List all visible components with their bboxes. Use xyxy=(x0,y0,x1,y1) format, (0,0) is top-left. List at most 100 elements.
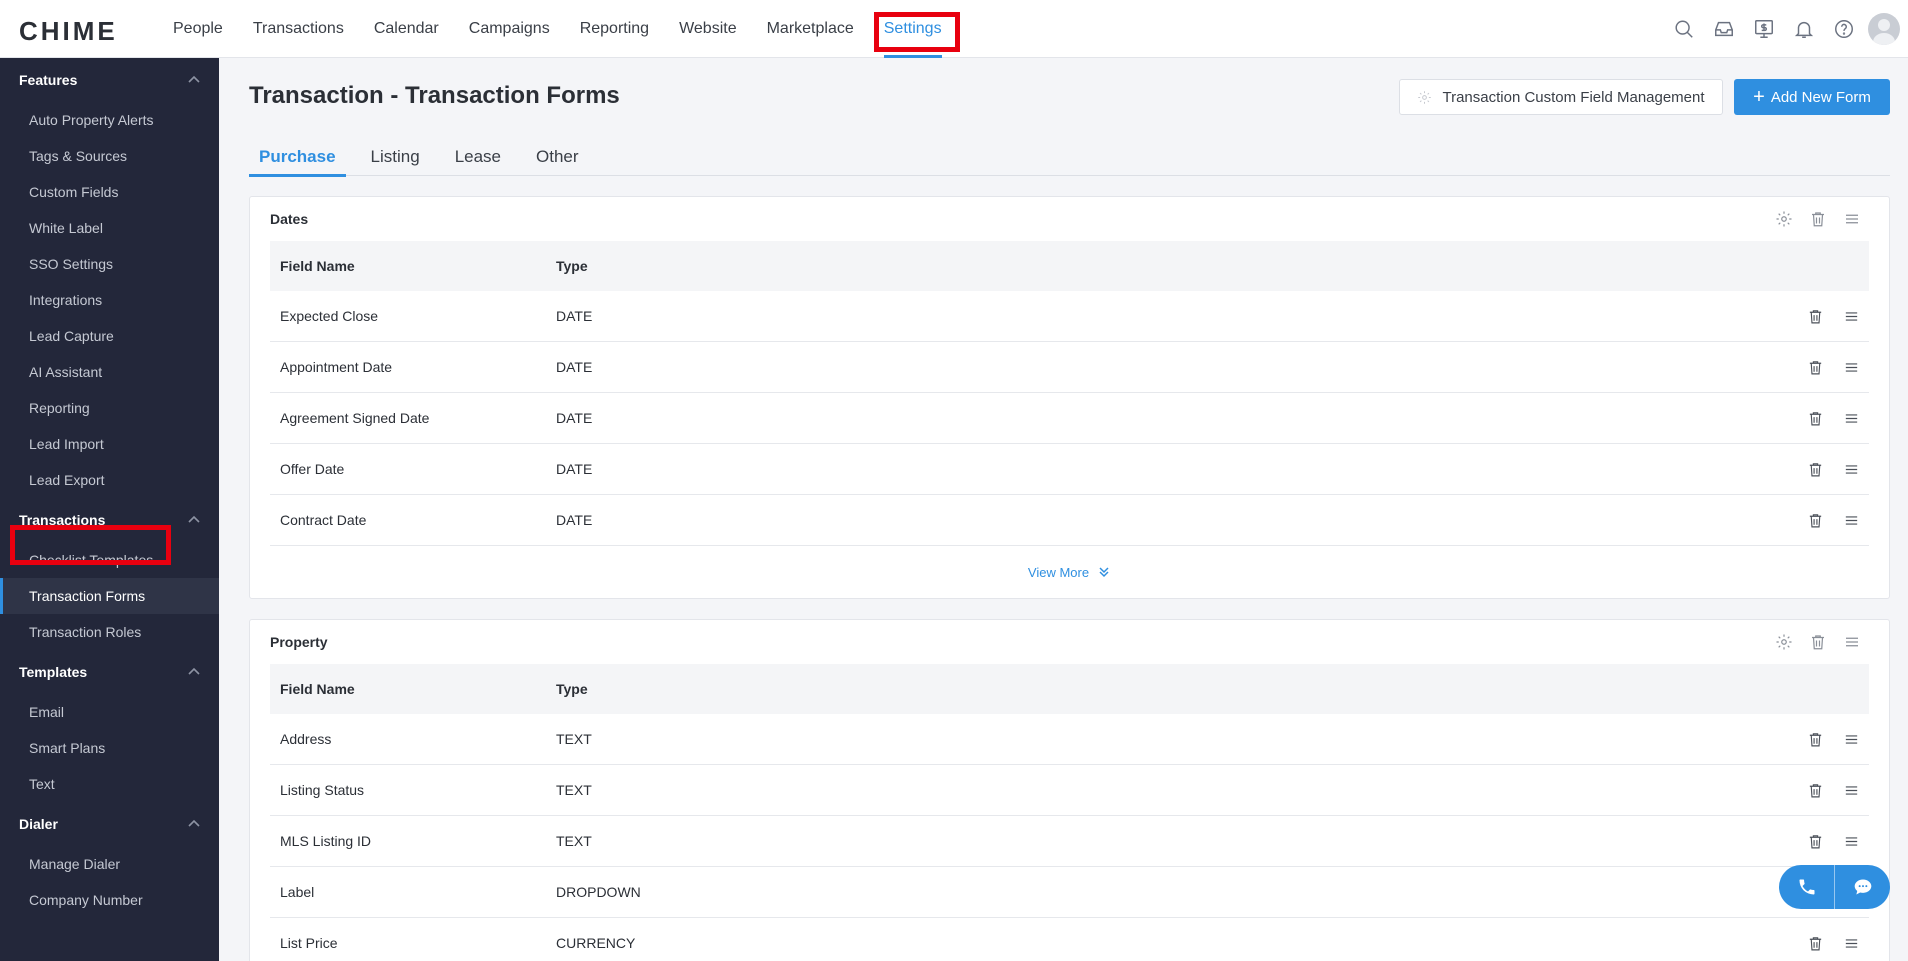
fields-table: Field Name Type Expected Close DATE Appo… xyxy=(270,241,1869,546)
table-row: Contract Date DATE xyxy=(270,495,1869,546)
sidebar-item-company-number[interactable]: Company Number xyxy=(0,882,219,918)
field-name: Expected Close xyxy=(280,308,379,324)
sidebar-item-integrations[interactable]: Integrations xyxy=(0,282,219,318)
drag-handle-icon[interactable] xyxy=(1833,461,1869,478)
form-type-tabs: Purchase Listing Lease Other xyxy=(249,132,1890,177)
drag-handle-icon[interactable] xyxy=(1833,359,1869,376)
trash-icon[interactable] xyxy=(1797,461,1833,478)
table-row: Offer Date DATE xyxy=(270,444,1869,495)
view-more-label: View More xyxy=(1027,564,1090,580)
drag-handle-icon[interactable] xyxy=(1835,210,1869,228)
trash-icon[interactable] xyxy=(1797,359,1833,376)
sidebar-item-checklist-templates[interactable]: Checklist Templates xyxy=(0,542,219,578)
bell-icon[interactable] xyxy=(1784,0,1824,58)
search-icon[interactable] xyxy=(1664,0,1704,58)
sidebar-section-templates[interactable]: Templates xyxy=(0,650,219,694)
main-content: Transaction - Transaction Forms Transact… xyxy=(219,58,1908,961)
field-name: Listing Status xyxy=(280,782,365,798)
user-avatar[interactable] xyxy=(1868,13,1900,45)
drag-handle-icon[interactable] xyxy=(1833,833,1869,850)
help-icon[interactable] xyxy=(1824,0,1864,58)
sidebar-item-transaction-forms[interactable]: Transaction Forms xyxy=(0,578,219,614)
header-field-name: Field Name xyxy=(280,681,355,697)
nav-settings[interactable]: Settings xyxy=(883,0,942,58)
gear-icon[interactable] xyxy=(1767,210,1801,228)
section-title: Dialer xyxy=(19,816,58,832)
fields-table: Field Name Type Address TEXT Listing Sta… xyxy=(270,664,1869,961)
sidebar-section-transactions[interactable]: Transactions xyxy=(0,498,219,542)
header-type: Type xyxy=(556,258,588,274)
trash-icon[interactable] xyxy=(1797,782,1833,799)
sidebar-item-lead-capture[interactable]: Lead Capture xyxy=(0,318,219,354)
add-new-form-button[interactable]: + Add New Form xyxy=(1734,79,1890,115)
tab-listing[interactable]: Listing xyxy=(361,132,430,176)
sidebar-section-dialer[interactable]: Dialer xyxy=(0,802,219,846)
drag-handle-icon[interactable] xyxy=(1833,935,1869,952)
sidebar-item-custom-fields[interactable]: Custom Fields xyxy=(0,174,219,210)
sidebar-item-transaction-roles[interactable]: Transaction Roles xyxy=(0,614,219,650)
trash-icon[interactable] xyxy=(1797,935,1833,952)
page-title: Transaction - Transaction Forms xyxy=(249,82,620,109)
inbox-icon[interactable] xyxy=(1704,0,1744,58)
field-name: List Price xyxy=(280,935,338,951)
tab-other[interactable]: Other xyxy=(526,132,589,176)
sidebar-item-sso-settings[interactable]: SSO Settings xyxy=(0,246,219,282)
table-row: Address TEXT xyxy=(270,714,1869,765)
sidebar-item-white-label[interactable]: White Label xyxy=(0,210,219,246)
main-nav: People Transactions Calendar Campaigns R… xyxy=(158,0,957,58)
field-type: TEXT xyxy=(556,731,592,747)
sidebar-item-email[interactable]: Email xyxy=(0,694,219,730)
field-type: DATE xyxy=(556,359,593,375)
phone-icon[interactable] xyxy=(1779,865,1834,909)
drag-handle-icon[interactable] xyxy=(1833,512,1869,529)
trash-icon[interactable] xyxy=(1801,210,1835,228)
card-title: Dates xyxy=(270,211,309,227)
card-header: Dates xyxy=(250,197,1889,241)
row-actions xyxy=(1797,512,1869,529)
billing-icon[interactable] xyxy=(1744,0,1784,58)
row-actions xyxy=(1797,935,1869,952)
sidebar-item-auto-property-alerts[interactable]: Auto Property Alerts xyxy=(0,102,219,138)
trash-icon[interactable] xyxy=(1797,410,1833,427)
sidebar-section-features[interactable]: Features xyxy=(0,58,219,102)
chat-icon[interactable] xyxy=(1834,865,1890,909)
nav-website[interactable]: Website xyxy=(679,0,737,58)
nav-campaigns[interactable]: Campaigns xyxy=(469,0,550,58)
gear-icon[interactable] xyxy=(1767,633,1801,651)
drag-handle-icon[interactable] xyxy=(1833,410,1869,427)
trash-icon[interactable] xyxy=(1801,633,1835,651)
sidebar-item-manage-dialer[interactable]: Manage Dialer xyxy=(0,846,219,882)
sidebar-item-lead-export[interactable]: Lead Export xyxy=(0,462,219,498)
tab-lease[interactable]: Lease xyxy=(445,132,511,176)
field-name: MLS Listing ID xyxy=(280,833,372,849)
chime-logo[interactable]: CHIME xyxy=(19,16,118,47)
nav-calendar[interactable]: Calendar xyxy=(374,0,439,58)
drag-handle-icon[interactable] xyxy=(1833,308,1869,325)
nav-reporting[interactable]: Reporting xyxy=(580,0,649,58)
top-navigation: CHIME People Transactions Calendar Campa… xyxy=(0,0,1908,58)
nav-marketplace[interactable]: Marketplace xyxy=(767,0,854,58)
sidebar-item-ai-assistant[interactable]: AI Assistant xyxy=(0,354,219,390)
trash-icon[interactable] xyxy=(1797,512,1833,529)
trash-icon[interactable] xyxy=(1797,308,1833,325)
trash-icon[interactable] xyxy=(1797,833,1833,850)
tab-purchase[interactable]: Purchase xyxy=(249,132,346,177)
sidebar-item-lead-import[interactable]: Lead Import xyxy=(0,426,219,462)
row-actions xyxy=(1797,731,1869,748)
sidebar-item-tags-sources[interactable]: Tags & Sources xyxy=(0,138,219,174)
sidebar-item-smart-plans[interactable]: Smart Plans xyxy=(0,730,219,766)
sidebar-item-reporting[interactable]: Reporting xyxy=(0,390,219,426)
section-title: Templates xyxy=(19,664,88,680)
view-more-link[interactable]: View More xyxy=(250,546,1889,598)
custom-field-management-button[interactable]: Transaction Custom Field Management xyxy=(1399,79,1723,115)
drag-handle-icon[interactable] xyxy=(1833,782,1869,799)
row-actions xyxy=(1797,833,1869,850)
section-title: Features xyxy=(19,72,78,88)
field-type: TEXT xyxy=(556,782,592,798)
nav-transactions[interactable]: Transactions xyxy=(253,0,344,58)
trash-icon[interactable] xyxy=(1797,731,1833,748)
drag-handle-icon[interactable] xyxy=(1833,731,1869,748)
drag-handle-icon[interactable] xyxy=(1835,633,1869,651)
sidebar-item-text[interactable]: Text xyxy=(0,766,219,802)
nav-people[interactable]: People xyxy=(173,0,223,58)
